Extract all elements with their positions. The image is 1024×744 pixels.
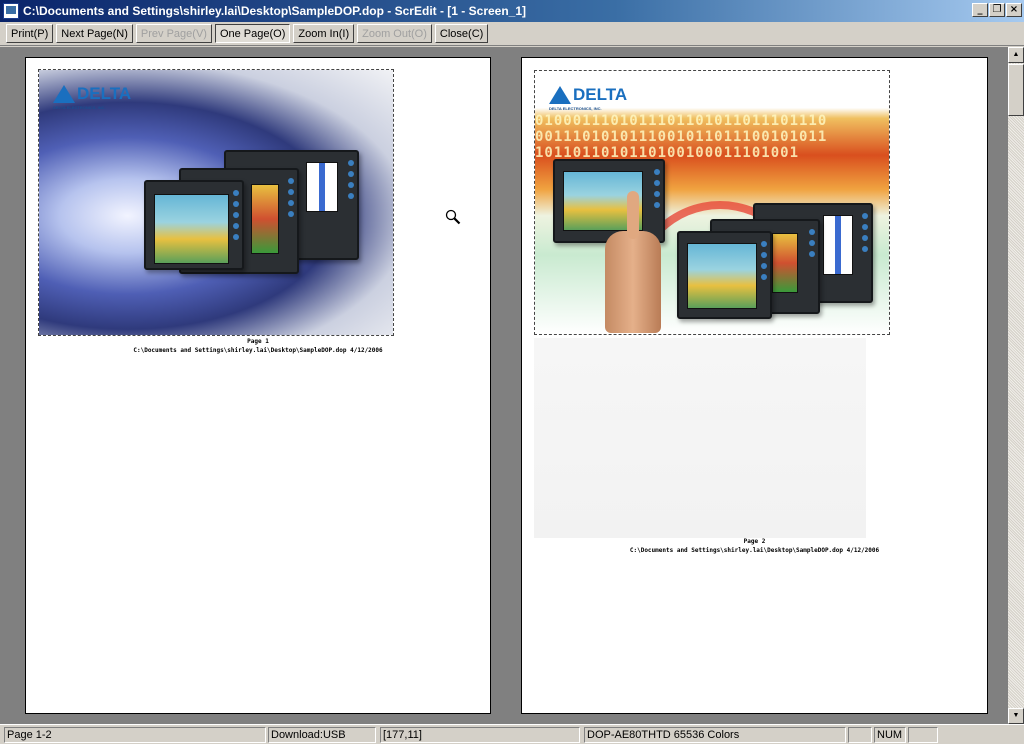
page-2-image: 0100011101011101101011011101110 00111010… — [534, 70, 890, 335]
file-path-caption: C:\Documents and Settings\shirley.lai\De… — [629, 547, 880, 554]
page-2-shadow — [534, 338, 866, 538]
status-cursor-coords: [177,11] — [380, 727, 580, 743]
prev-page-button[interactable]: Prev Page(V) — [135, 24, 212, 43]
page-number-caption: Page 1 — [247, 338, 269, 345]
status-indicator-empty — [848, 727, 872, 743]
page-number-caption: Page 2 — [743, 538, 766, 545]
delta-triangle-icon — [53, 85, 75, 103]
scroll-thumb[interactable] — [1008, 64, 1024, 116]
app-icon[interactable] — [3, 3, 19, 19]
close-preview-button[interactable]: Close(C) — [434, 24, 489, 43]
delta-logo: DELTA DELTA ELECTRONICS, INC. — [53, 84, 132, 110]
preview-page-2[interactable]: 0100011101011101101011011101110 00111010… — [521, 57, 988, 714]
status-num-lock: NUM — [874, 727, 906, 743]
file-path-caption: C:\Documents and Settings\shirley.lai\De… — [133, 347, 383, 354]
zoom-out-button[interactable]: Zoom Out(O) — [357, 24, 432, 43]
status-download-mode: Download:USB — [268, 727, 376, 743]
close-window-button[interactable]: × — [1006, 3, 1022, 17]
zoom-in-button[interactable]: Zoom In(I) — [293, 24, 355, 43]
page-1-image: DELTA DELTA ELECTRONICS, INC. — [38, 69, 394, 336]
hmi-panel-image — [677, 231, 772, 319]
next-page-button[interactable]: Next Page(N) — [56, 24, 133, 43]
preview-page-1[interactable]: DELTA DELTA ELECTRONICS, INC. Page 1 C:\… — [25, 57, 491, 714]
minimize-button[interactable]: _ — [972, 3, 988, 17]
vertical-scrollbar[interactable]: ▲ ▼ — [1008, 47, 1024, 724]
status-device-model: DOP-AE80THTD 65536 Colors — [584, 727, 846, 743]
preview-area[interactable]: DELTA DELTA ELECTRONICS, INC. Page 1 C:\… — [0, 47, 1008, 724]
one-page-button[interactable]: One Page(O) — [214, 24, 291, 43]
binary-digits: 0100011101011101101011011101110 00111010… — [535, 113, 828, 161]
pointing-hand-graphic — [605, 191, 661, 333]
print-preview-toolbar: Print(P) Next Page(N) Prev Page(V) One P… — [0, 22, 1024, 46]
title-bar: C:\Documents and Settings\shirley.lai\De… — [0, 0, 1024, 22]
hmi-panel-image — [144, 180, 244, 270]
delta-triangle-icon — [549, 86, 571, 104]
window-controls: _ ❐ × — [971, 3, 1022, 17]
status-indicator-empty — [908, 727, 938, 743]
magnifier-cursor-icon — [445, 209, 461, 225]
scroll-up-button[interactable]: ▲ — [1008, 47, 1024, 63]
status-bar: Page 1-2 Download:USB [177,11] DOP-AE80T… — [0, 724, 1024, 744]
restore-button[interactable]: ❐ — [989, 3, 1005, 17]
delta-logo: DELTA DELTA ELECTRONICS, INC. — [549, 85, 628, 111]
print-button[interactable]: Print(P) — [6, 24, 54, 43]
window-title: C:\Documents and Settings\shirley.lai\De… — [23, 4, 527, 18]
scroll-down-button[interactable]: ▼ — [1008, 708, 1024, 724]
hmi-panel-image — [553, 159, 665, 243]
status-page-range: Page 1-2 — [4, 727, 266, 743]
